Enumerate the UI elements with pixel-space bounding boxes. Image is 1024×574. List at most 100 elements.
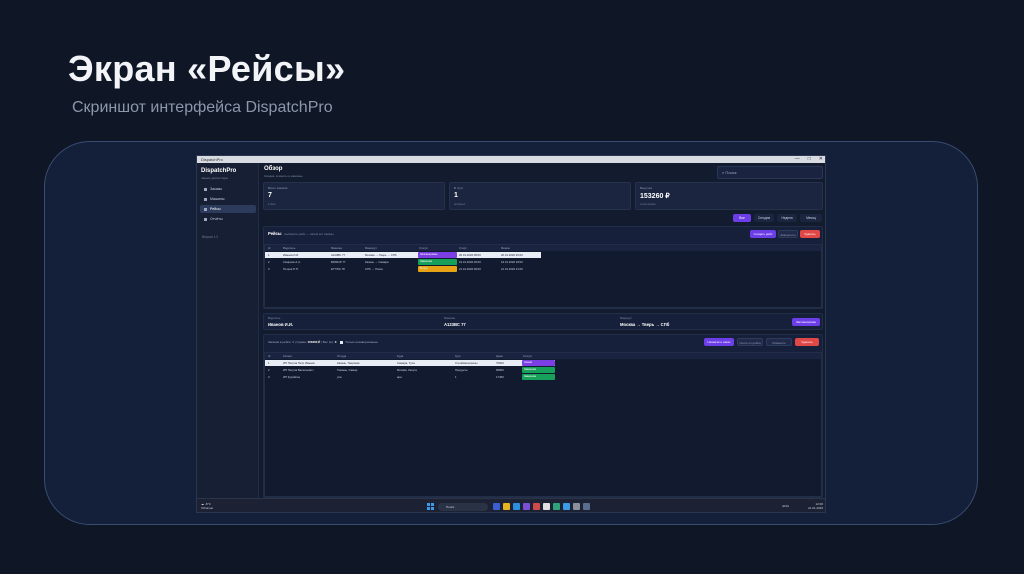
task-view-icon[interactable]: [493, 503, 500, 510]
status-badge: Завершён: [522, 374, 555, 380]
column-header[interactable]: Старт: [459, 245, 467, 251]
cell-price: 60800: [496, 368, 504, 372]
sidebar-item-trips[interactable]: Рейсы: [200, 205, 256, 213]
page-subtitle: Сводка, клиенты и машины.: [264, 174, 304, 178]
sidebar: DispatchPro панель диспетчера Заказы Маш…: [197, 163, 259, 498]
column-header[interactable]: Машина: [331, 245, 342, 251]
cell-id: 1: [268, 361, 270, 365]
cell-id: 1: [268, 253, 270, 257]
maximize-button[interactable]: □: [808, 156, 811, 163]
complete-trip-button[interactable]: Завершить: [778, 230, 798, 238]
route-icon: [204, 207, 207, 211]
column-header[interactable]: Цена: [496, 353, 503, 359]
visual-studio-icon[interactable]: [523, 503, 530, 510]
sidebar-item-vehicles[interactable]: Машины: [200, 195, 256, 203]
file-explorer-icon[interactable]: [503, 503, 510, 510]
remove-order-button[interactable]: Снять из рейса: [737, 338, 763, 346]
column-header[interactable]: Финиш: [501, 245, 510, 251]
column-header[interactable]: Статус: [523, 353, 532, 359]
orders-weight-value: 0: [334, 340, 337, 344]
trip-status-button[interactable]: Запланирован: [792, 318, 820, 326]
chrome-icon[interactable]: [543, 503, 550, 510]
stat-card-orders: Всего заказов 7 в базе: [263, 182, 445, 210]
table-row[interactable]: 1 ИП Петров Петр Иванов Казань, Тверская…: [265, 360, 555, 366]
app-version: Версия 1.0: [202, 235, 219, 239]
window-title: DispatchPro: [201, 157, 223, 162]
column-header[interactable]: Откуда: [337, 353, 346, 359]
filter-today-button[interactable]: Сегодня: [754, 214, 774, 222]
column-header[interactable]: Клиент: [283, 353, 292, 359]
stat-label: В пути: [454, 186, 464, 190]
column-header[interactable]: Маршрут: [365, 245, 377, 251]
weather-text: Облачно: [201, 506, 214, 510]
language-indicator[interactable]: ENG: [782, 504, 789, 508]
status-badge: Новый: [522, 360, 555, 366]
sidebar-item-label: Заказы: [210, 187, 223, 191]
delete-order-button[interactable]: Удалить: [795, 338, 819, 346]
minimize-button[interactable]: —: [795, 156, 800, 163]
edit-order-button[interactable]: Изменить: [766, 338, 792, 346]
column-header[interactable]: Id: [268, 353, 270, 359]
route-value: Москва → Тверь → СПб: [620, 322, 670, 327]
stat-value: 153260 ₽: [640, 193, 670, 200]
orders-count: Заказов в рейсе: 3: [268, 340, 294, 344]
cell-price: 17460: [496, 375, 504, 379]
dispatchpro-icon[interactable]: [583, 503, 590, 510]
cell-route: Казань → Самара: [365, 260, 389, 264]
trips-title-text: Рейсы: [268, 231, 282, 236]
cell-driver: Смирнов А.А.: [283, 260, 301, 264]
table-row[interactable]: 1 Иванов И.И. А123ВС 77 Москва → Тверь →…: [265, 252, 541, 258]
table-row[interactable]: 3 ИП Куряйлен упа ара 1 17460 Завершён: [265, 374, 821, 380]
search-input[interactable]: ⌕ Поиск: [717, 166, 823, 179]
orders-table-header: Id Клиент Откуда Куда Груз Цена Статус: [265, 353, 821, 359]
edge-icon[interactable]: [513, 503, 520, 510]
column-header[interactable]: Статус: [419, 245, 428, 251]
system-clock[interactable]: 12:00 21.01.2026: [808, 502, 823, 510]
create-trip-button[interactable]: Создать рейс: [750, 230, 776, 238]
orders-icon: [204, 187, 207, 191]
orders-sum-label: Сумма:: [296, 340, 307, 344]
cell-client: ИП Петров Петр Иванов: [283, 361, 315, 365]
status-badge: В пути: [418, 266, 457, 272]
sidebar-item-reports[interactable]: Отчёты: [200, 215, 256, 223]
app-icon[interactable]: [563, 503, 570, 510]
app-icon[interactable]: [573, 503, 580, 510]
taskbar-search[interactable]: Поиск: [438, 503, 488, 511]
filter-month-button[interactable]: Месяц: [800, 214, 822, 222]
column-header[interactable]: Водитель: [283, 245, 295, 251]
slide-subtitle: Скриншот интерфейса DispatchPro: [72, 99, 333, 116]
orders-summary-bar: Заказов в рейсе: 3 | Сумма: 153260 ₽ | В…: [268, 340, 378, 344]
stat-label: Выручка: [640, 186, 652, 190]
start-button[interactable]: [427, 503, 434, 510]
close-button[interactable]: ✕: [819, 156, 823, 163]
filter-all-button[interactable]: Все: [733, 214, 751, 222]
app-icon[interactable]: [533, 503, 540, 510]
stat-label: Всего заказов: [268, 186, 288, 190]
unfinished-only-checkbox[interactable]: [340, 340, 344, 344]
column-header[interactable]: Id: [268, 245, 270, 251]
column-header[interactable]: Груз: [455, 353, 461, 359]
delete-trip-button[interactable]: Удалить: [800, 230, 820, 238]
column-header[interactable]: Куда: [397, 353, 403, 359]
table-row[interactable]: 3 Петров П.П. Е777КК 78 СПб → Псков В пу…: [265, 266, 821, 272]
stat-note: за всё время: [640, 203, 656, 206]
weather-widget[interactable]: ☁ -6°C Облачно: [201, 502, 213, 510]
table-row[interactable]: 2 ИП Петров Васильевич Тюмень, Самар Мос…: [265, 367, 821, 373]
cell-cargo: Продукты: [455, 368, 468, 372]
status-badge: Завершён: [522, 367, 555, 373]
driver-value: Иванов И.И.: [268, 322, 294, 327]
cell-driver: Иванов И.И.: [283, 253, 299, 257]
app-icon[interactable]: [553, 503, 560, 510]
sidebar-item-label: Машины: [210, 197, 225, 201]
status-badge: Завершён: [418, 259, 457, 265]
cell-vehicle: В456ОР 77: [331, 260, 346, 264]
main-content: Обзор Сводка, клиенты и машины. ⌕ Поиск …: [263, 163, 823, 498]
sidebar-item-orders[interactable]: Заказы: [200, 185, 256, 193]
filter-week-button[interactable]: Неделя: [777, 214, 797, 222]
stat-value: 7: [268, 192, 272, 199]
assign-order-button[interactable]: Назначить заказ: [704, 338, 734, 346]
table-row[interactable]: 2 Смирнов А.А. В456ОР 77 Казань → Самара…: [265, 259, 821, 265]
search-placeholder: Поиск: [725, 170, 737, 175]
stat-note: в базе: [268, 203, 276, 206]
cell-client: ИП Куряйлен: [283, 375, 301, 379]
